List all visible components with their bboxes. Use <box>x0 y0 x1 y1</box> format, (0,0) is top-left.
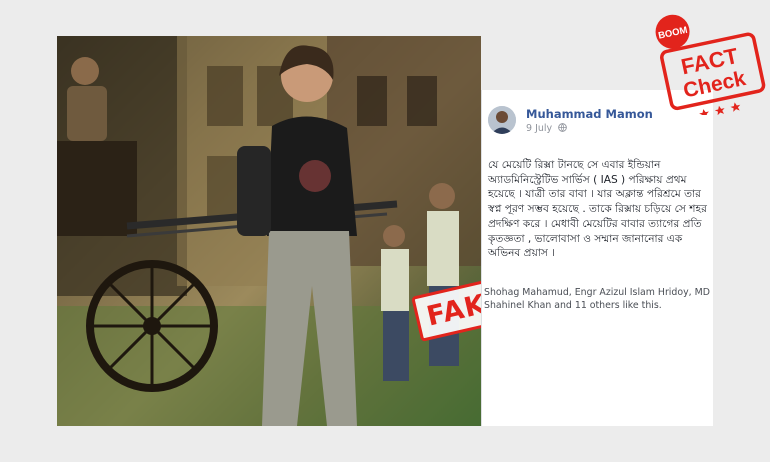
post-date[interactable]: 9 July <box>526 123 552 134</box>
author-name[interactable]: Muhammad Mamon <box>526 107 653 121</box>
globe-icon <box>558 123 568 132</box>
post-photo[interactable]: FAKE <box>57 36 481 426</box>
fact-check-badge: BOOM FACT Check <box>655 14 766 115</box>
author-avatar[interactable] <box>488 106 516 134</box>
likes-summary[interactable]: Shohag Mahamud, Engr Azizul Islam Hridoy… <box>482 286 717 312</box>
post-meta: 9 July <box>526 123 568 134</box>
post-panel: Muhammad Mamon 9 July যে মেয়েটি রিক্সা … <box>481 90 713 426</box>
post-text: যে মেয়েটি রিক্সা টানছে সে এবার ইন্ডিয়া… <box>488 159 707 260</box>
avatar-image <box>488 106 516 134</box>
photo-illustration <box>57 36 481 426</box>
